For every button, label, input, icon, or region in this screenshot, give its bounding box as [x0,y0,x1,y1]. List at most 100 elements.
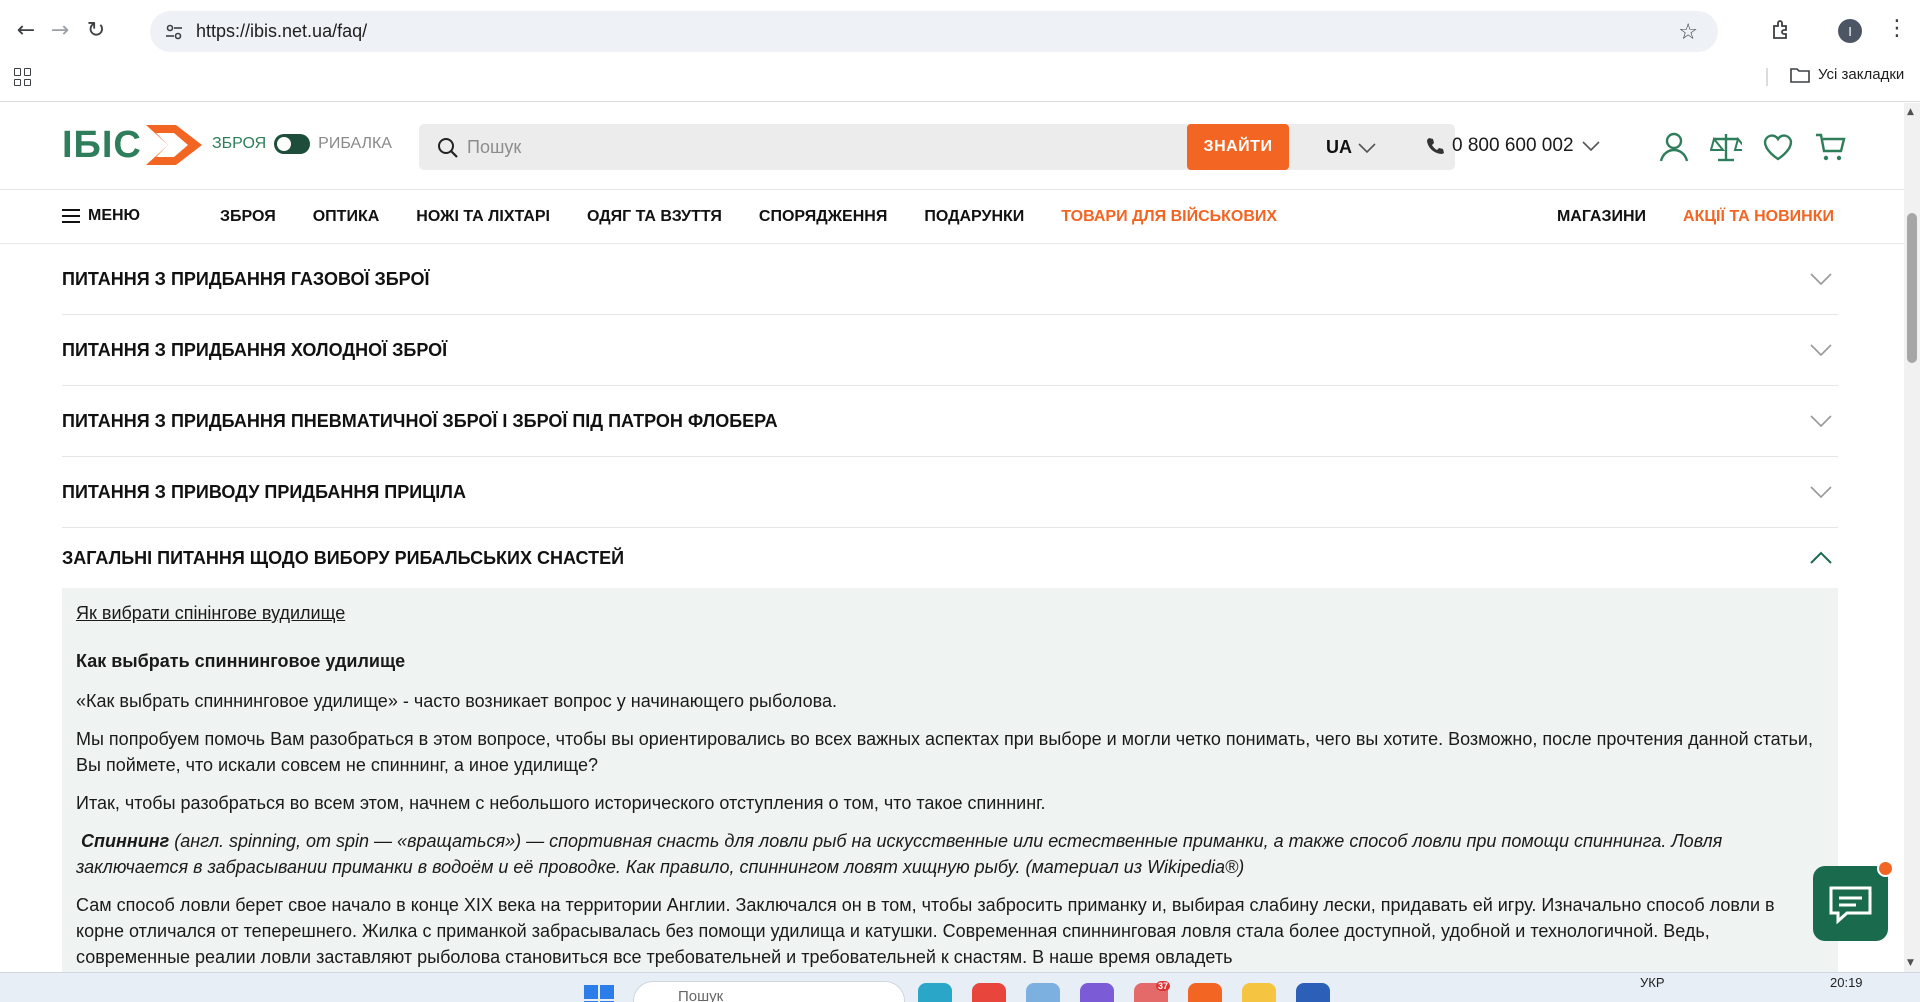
faq-item-title: ПИТАННЯ З ПРИДБАННЯ ПНЕВМАТИЧНОЇ ЗБРОЇ І… [62,410,778,431]
nav-item-military[interactable]: ТОВАРИ ДЛЯ ВІЙСЬКОВИХ [1061,208,1277,226]
faq-answer: Як вибрати спінінгове вудилище Как выбра… [62,588,1838,978]
nav-item-promo[interactable]: АКЦІЇ ТА НОВИНКИ [1683,208,1834,226]
faq-item-title: ЗАГАЛЬНІ ПИТАННЯ ЩОДО ВИБОРУ РИБАЛЬСЬКИХ… [62,547,625,568]
site-logo[interactable]: ІБІС [62,121,206,169]
scroll-down-icon[interactable]: ▼ [1907,958,1914,968]
url-text[interactable]: https://ibis.net.ua/faq/ [196,21,367,42]
nav-item-knives[interactable]: НОЖІ ТА ЛІХТАРІ [416,208,550,226]
site-search [419,124,1455,170]
faq-item-title: ПИТАННЯ З ПРИВОДУ ПРИДБАННЯ ПРИЦІЛА [62,481,466,502]
edge-icon[interactable] [918,983,952,1002]
answer-paragraph: Спиннинг (англ. spinning, от spin — «вра… [76,828,1824,880]
chevron-up-icon [1810,551,1832,564]
answer-paragraph: Итак, чтобы разобраться во всем этом, на… [76,793,1046,813]
scrollbar-thumb[interactable] [1907,213,1917,363]
extensions-icon[interactable] [1770,18,1794,42]
taskbar-search-label: Пошук [678,988,724,1002]
answer-definition: (англ. spinning, от spin — «вращаться») … [76,831,1723,877]
telegram-icon[interactable]: 37 [1134,981,1170,1002]
taskbar-apps: 37 [918,981,1330,1002]
folder-icon [1790,67,1810,83]
faq-item[interactable]: ПИТАННЯ З ПРИВОДУ ПРИДБАННЯ ПРИЦІЛА [62,457,1838,528]
catalog-switch[interactable]: ЗБРОЯ РИБАЛКА [212,134,392,154]
nav-item-optics[interactable]: ОПТИКА [313,208,380,226]
heart-icon[interactable] [1762,131,1794,163]
switch-left-label[interactable]: ЗБРОЯ [212,135,266,153]
chat-notification-dot [1877,860,1894,877]
search-input[interactable] [467,124,1227,170]
explorer-icon[interactable] [1242,983,1276,1002]
page-scrollbar[interactable]: ▲ ▼ [1904,103,1920,972]
scroll-up-icon[interactable]: ▲ [1907,107,1914,117]
chevron-down-icon [1810,273,1832,286]
site-settings-icon[interactable] [164,22,184,42]
nav-item-weapons[interactable]: ЗБРОЯ [220,208,276,226]
chat-button[interactable] [1813,860,1894,941]
menu-button[interactable]: МЕНЮ [62,207,140,225]
catalog-toggle[interactable] [274,134,311,154]
app-icon[interactable] [1026,983,1060,1002]
phone-selector[interactable]: 0 800 600 002 [1426,135,1600,157]
chat-icon [1829,886,1872,925]
chrome-icon[interactable] [972,983,1006,1002]
nav-item-gear[interactable]: СПОРЯДЖЕННЯ [759,208,887,226]
all-bookmarks-label: Усі закладки [1818,66,1905,83]
bookmark-star-icon[interactable]: ☆ [1678,20,1698,45]
bookmarks-bar [0,62,1920,102]
profile-avatar[interactable]: I [1838,19,1862,43]
bookmarks-separator [1766,68,1768,86]
taskbar-badge: 37 [1155,981,1170,991]
header-icons [1658,131,1846,163]
browser-menu-icon[interactable]: ⋮ [1886,16,1908,41]
windows-start-icon[interactable] [584,985,614,1002]
chevron-down-icon [1810,344,1832,357]
all-bookmarks[interactable]: Усі закладки [1790,66,1904,83]
forward-icon[interactable]: → [46,16,74,44]
nav-item-gifts[interactable]: ПОДАРУНКИ [924,208,1024,226]
category-list: ЗБРОЯ ОПТИКА НОЖІ ТА ЛІХТАРІ ОДЯГ ТА ВЗУ… [220,208,1277,226]
nav-right-links: МАГАЗИНИ АКЦІЇ ТА НОВИНКИ [1557,208,1834,226]
faq-item[interactable]: ПИТАННЯ З ПРИДБАННЯ ГАЗОВОЇ ЗБРОЇ [62,244,1838,315]
reload-icon[interactable]: ↻ [82,16,110,44]
menu-label: МЕНЮ [88,207,141,224]
taskbar-search[interactable]: Пошук [633,981,905,1002]
answer-term: Спиннинг [81,831,170,851]
back-icon[interactable]: ← [12,16,40,44]
compare-scales-icon[interactable] [1709,131,1750,163]
search-icon [438,138,458,158]
logo-arrow-icon [145,125,202,165]
faq-item-title: ПИТАННЯ З ПРИДБАННЯ ГАЗОВОЇ ЗБРОЇ [62,268,430,289]
answer-link[interactable]: Як вибрати спінінгове вудилище [76,600,1824,626]
answer-paragraph: Мы попробуем помочь Вам разобраться в эт… [76,729,1813,775]
language-selector[interactable]: UA [1326,137,1376,158]
phone-number: 0 800 600 002 [1452,135,1574,156]
faq-item-open[interactable]: ЗАГАЛЬНІ ПИТАННЯ ЩОДО ВИБОРУ РИБАЛЬСЬКИХ… [62,528,1838,588]
answer-heading: Как выбрать спиннинговое удилище [76,651,406,671]
user-icon[interactable] [1658,131,1690,163]
faq-item[interactable]: ПИТАННЯ З ПРИДБАННЯ ХОЛОДНОЇ ЗБРОЇ [62,315,1838,386]
chevron-down-icon [1358,142,1376,153]
phone-icon [1427,138,1444,154]
nav-item-clothing[interactable]: ОДЯГ ТА ВЗУТТЯ [587,208,722,226]
chevron-down-icon [1810,415,1832,428]
logo-text: ІБІС [62,123,142,166]
input-language[interactable]: УКР [1640,975,1665,990]
viber-icon[interactable] [1080,983,1114,1002]
faq-item[interactable]: ПИТАННЯ З ПРИДБАННЯ ПНЕВМАТИЧНОЇ ЗБРОЇ І… [62,386,1838,457]
address-bar[interactable]: https://ibis.net.ua/faq/ ☆ [150,11,1718,52]
search-button[interactable]: ЗНАЙТИ [1187,124,1289,170]
cart-icon[interactable] [1814,131,1846,163]
clock[interactable]: 20:19 [1830,975,1863,990]
switch-right-label[interactable]: РИБАЛКА [318,135,392,153]
faq-list: ПИТАННЯ З ПРИДБАННЯ ГАЗОВОЇ ЗБРОЇ ПИТАНН… [62,244,1838,978]
app-icon[interactable] [1188,983,1222,1002]
site-header: ІБІС ЗБРОЯ РИБАЛКА ЗНАЙТИ UA 0 800 600 0… [0,103,1904,190]
faq-item-title: ПИТАННЯ З ПРИДБАННЯ ХОЛОДНОЇ ЗБРОЇ [62,339,448,360]
nav-item-stores[interactable]: МАГАЗИНИ [1557,208,1646,226]
answer-paragraph: Сам способ ловли берет свое начало в кон… [76,895,1775,967]
apps-grid-icon[interactable] [14,68,32,86]
hamburger-icon [62,209,80,223]
os-taskbar: Пошук 37 УКР 20:19 [0,972,1920,1002]
word-icon[interactable] [1296,983,1330,1002]
browser-toolbar: ← → ↻ https://ibis.net.ua/faq/ ☆ I ⋮ [0,0,1920,62]
